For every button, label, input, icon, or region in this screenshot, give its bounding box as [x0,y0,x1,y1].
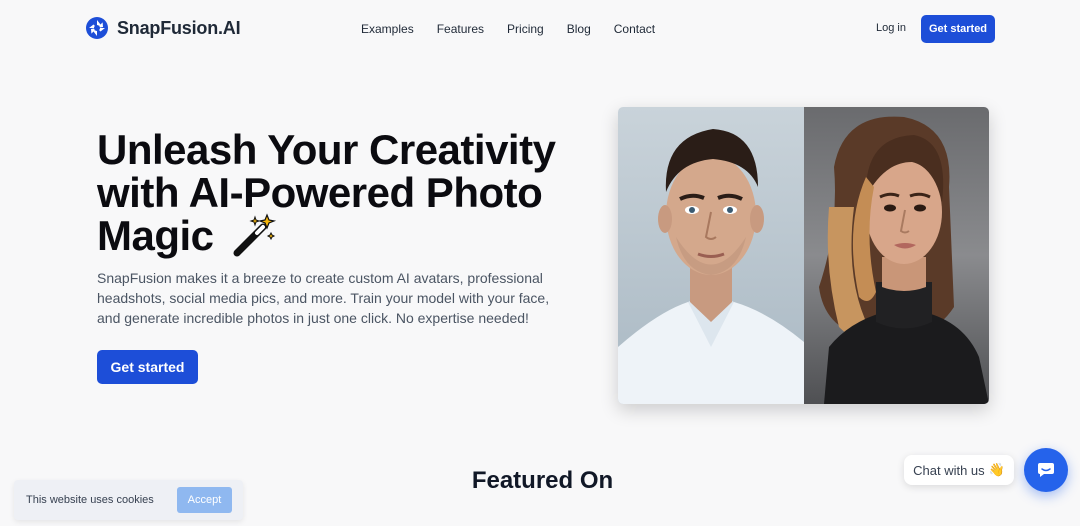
nav-link-blog[interactable]: Blog [567,22,591,36]
nav-link-contact[interactable]: Contact [614,22,655,36]
brand-logo-link[interactable]: SnapFusion.AI [85,16,241,40]
login-link[interactable]: Log in [876,22,906,34]
hero-title-line3: Magic [97,212,214,259]
site-header: SnapFusion.AI Examples Features Pricing … [0,0,1080,58]
chat-bubble-icon [1038,463,1054,477]
cookie-accept-button[interactable]: Accept [177,487,232,513]
header-get-started-button[interactable]: Get started [921,15,995,43]
cookie-banner: This website uses cookies Accept [14,480,243,520]
chat-with-us-pill[interactable]: Chat with us 👋 [904,455,1014,485]
male-portrait-image [618,107,804,404]
chat-launcher-button[interactable] [1024,448,1068,492]
cookie-text: This website uses cookies [26,494,154,506]
waving-hand-icon: 👋 [988,462,1005,477]
chat-label: Chat with us [913,462,985,478]
hero-image-split [618,107,989,404]
hero-title-line1: Unleash Your Creativity [97,126,556,173]
nav-link-features[interactable]: Features [437,22,484,36]
hero-title-line2: with AI-Powered Photo [97,169,543,216]
hero-get-started-button[interactable]: Get started [97,350,198,384]
female-portrait-image [804,107,989,404]
brand-name: SnapFusion.AI [117,17,241,38]
main-nav: Examples Features Pricing Blog Contact [361,22,678,36]
aperture-logo-icon [86,17,108,39]
hero-title: Unleash Your Creativity with AI-Powered … [97,128,597,259]
magic-wand-icon [233,213,276,257]
nav-link-pricing[interactable]: Pricing [507,22,544,36]
nav-link-examples[interactable]: Examples [361,22,414,36]
hero-description: SnapFusion makes it a breeze to create c… [97,270,550,326]
